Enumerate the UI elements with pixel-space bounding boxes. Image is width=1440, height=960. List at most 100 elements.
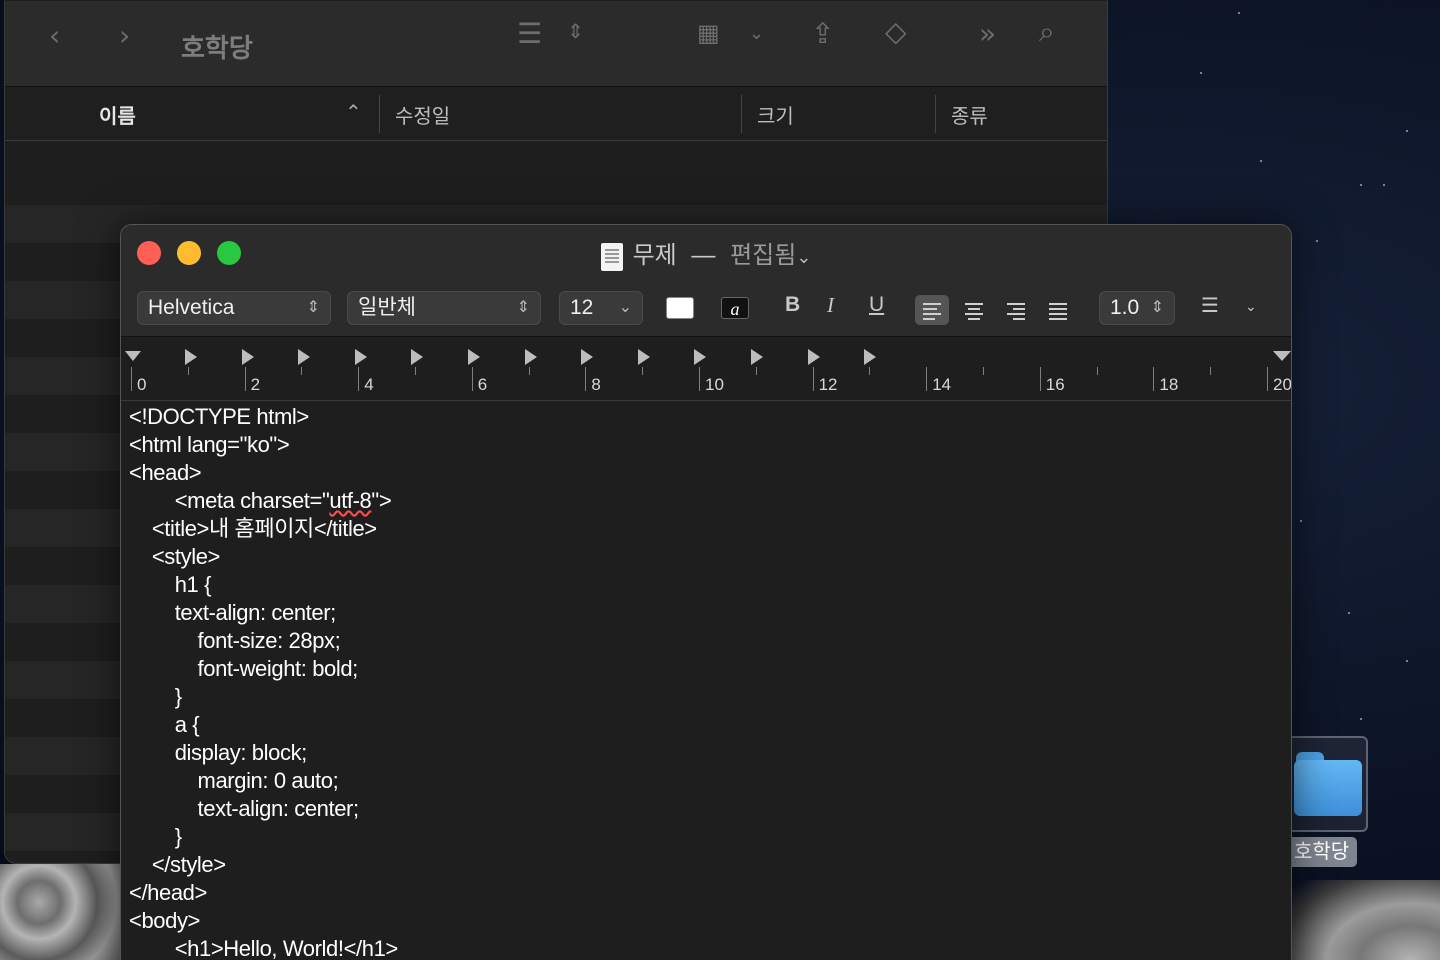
- justify-button[interactable]: [1041, 295, 1075, 325]
- star: [1360, 184, 1362, 186]
- document-name: 무제: [632, 242, 677, 269]
- tab-stop-marker[interactable]: [468, 349, 480, 365]
- underline-button[interactable]: U: [869, 293, 884, 317]
- text-line: <!DOCTYPE html>: [129, 404, 309, 429]
- text-line: a {: [129, 712, 200, 737]
- share-icon[interactable]: ⇪: [811, 17, 834, 50]
- chevron-down-icon[interactable]: ⌄: [796, 247, 811, 267]
- text-line: }: [129, 684, 182, 709]
- group-chevron-icon[interactable]: ⌄: [749, 23, 764, 44]
- line-spacing-value: 1.0: [1110, 296, 1140, 319]
- column-size[interactable]: 크기: [757, 100, 794, 129]
- ruler-major-tick: [812, 367, 814, 391]
- ruler-minor-tick: [869, 367, 871, 375]
- ruler-major-tick: [1267, 367, 1268, 391]
- sort-ascending-icon[interactable]: ⌃: [345, 100, 362, 125]
- ruler-major-tick: [358, 367, 360, 391]
- text-line: h1 {: [129, 572, 212, 597]
- more-icon[interactable]: »: [979, 17, 996, 50]
- column-modified[interactable]: 수정일: [395, 100, 450, 129]
- font-style-select[interactable]: 일반체 ⇕: [347, 291, 541, 325]
- ruler[interactable]: 0 2 4 6 8 10 12 14 16 18 20: [121, 337, 1291, 401]
- right-margin-marker[interactable]: [1273, 351, 1291, 361]
- updown-icon: ⇕: [1150, 299, 1164, 316]
- tab-stop-marker[interactable]: [637, 349, 650, 365]
- font-size-combo[interactable]: 12 ⌄: [559, 291, 643, 325]
- line-spacing-select[interactable]: 1.0 ⇕: [1099, 291, 1175, 325]
- desktop-folder-label[interactable]: 호학당: [1286, 837, 1358, 867]
- ruler-minor-tick: [642, 367, 644, 375]
- chevron-down-icon[interactable]: ⌄: [1245, 299, 1257, 315]
- highlight-letter: a: [730, 299, 740, 319]
- font-family-select[interactable]: Helvetica ⇕: [137, 291, 331, 325]
- star: [1360, 718, 1362, 720]
- spelling-error[interactable]: utf-8: [329, 488, 371, 513]
- column-divider[interactable]: [379, 95, 380, 133]
- first-line-indent-marker[interactable]: [125, 351, 141, 361]
- updown-icon: ⇕: [306, 299, 320, 316]
- text-line: text-align: center;: [129, 600, 337, 625]
- align-right-button[interactable]: [999, 295, 1033, 325]
- ruler-minor-tick: [415, 367, 416, 375]
- column-divider[interactable]: [741, 95, 742, 133]
- textedit-window[interactable]: 무제 — 편집됨⌄ Helvetica⇕ 일반체⇕ 12⌄ a B I U: [120, 224, 1292, 960]
- star: [1238, 12, 1240, 14]
- bold-button[interactable]: B: [785, 293, 800, 317]
- tab-stop-marker[interactable]: [694, 349, 707, 365]
- column-divider[interactable]: [935, 95, 936, 133]
- ruler-minor-tick: [301, 367, 303, 375]
- ruler-major-tick: [244, 367, 246, 391]
- text-line: <html lang="ko">: [129, 432, 290, 457]
- ruler-label: 16: [1045, 375, 1065, 394]
- forward-icon[interactable]: ›: [119, 19, 130, 52]
- text-line: </style>: [129, 852, 226, 877]
- highlight-color-well[interactable]: a: [721, 297, 749, 319]
- document-icon: [600, 242, 623, 271]
- view-options-chevron-icon[interactable]: ⇕: [567, 19, 584, 43]
- list-view-icon[interactable]: ☰: [517, 17, 542, 50]
- ruler-major-tick: [1153, 367, 1155, 391]
- tab-stop-marker[interactable]: [185, 349, 197, 365]
- column-kind[interactable]: 종류: [951, 100, 988, 129]
- ruler-label: 4: [364, 375, 374, 394]
- font-size-value: 12: [570, 296, 594, 319]
- align-left-button[interactable]: [915, 295, 949, 325]
- tab-stop-marker[interactable]: [411, 349, 424, 365]
- ruler-minor-tick: [755, 367, 757, 375]
- star: [1348, 612, 1350, 614]
- italic-button[interactable]: I: [827, 293, 834, 318]
- tab-stop-marker[interactable]: [581, 349, 594, 365]
- star: [1316, 240, 1318, 242]
- search-icon[interactable]: ⌕: [1039, 15, 1055, 49]
- tag-icon[interactable]: ◇: [885, 15, 907, 48]
- star: [1383, 184, 1385, 186]
- tab-stop-marker[interactable]: [354, 349, 367, 365]
- tab-stop-marker[interactable]: [241, 349, 254, 365]
- text-color-well[interactable]: [666, 297, 694, 319]
- text-line: <style>: [129, 544, 221, 569]
- updown-icon: ⇕: [516, 299, 530, 316]
- text-line: </head>: [129, 880, 207, 905]
- align-center-button[interactable]: [957, 295, 991, 325]
- text-line: font-weight: bold;: [129, 656, 359, 681]
- document-text[interactable]: <!DOCTYPE html> <html lang="ko"> <head> <m…: [129, 403, 398, 960]
- tab-stop-marker[interactable]: [524, 349, 537, 365]
- window-title[interactable]: 무제 — 편집됨⌄: [121, 235, 1291, 271]
- star: [1406, 660, 1408, 662]
- tab-stop-marker[interactable]: [298, 349, 311, 365]
- back-icon[interactable]: ‹: [49, 19, 60, 52]
- star: [1300, 520, 1302, 522]
- desktop-folder[interactable]: [1284, 736, 1368, 832]
- text-line: font-size: 28px;: [129, 628, 341, 653]
- ruler-label: 2: [250, 375, 261, 394]
- column-name[interactable]: 이름: [99, 100, 136, 129]
- tab-stop-marker[interactable]: [864, 349, 877, 365]
- ruler-minor-tick: [187, 367, 189, 375]
- group-icon[interactable]: ▦: [697, 19, 720, 47]
- textedit-toolbar: 무제 — 편집됨⌄ Helvetica⇕ 일반체⇕ 12⌄ a B I U: [121, 225, 1291, 337]
- list-bullets-icon[interactable]: ☰: [1201, 293, 1219, 317]
- tab-stop-marker[interactable]: [751, 349, 763, 365]
- tab-stop-marker[interactable]: [807, 349, 820, 365]
- ruler-minor-tick: [1210, 367, 1212, 375]
- ruler-major-tick: [131, 367, 132, 391]
